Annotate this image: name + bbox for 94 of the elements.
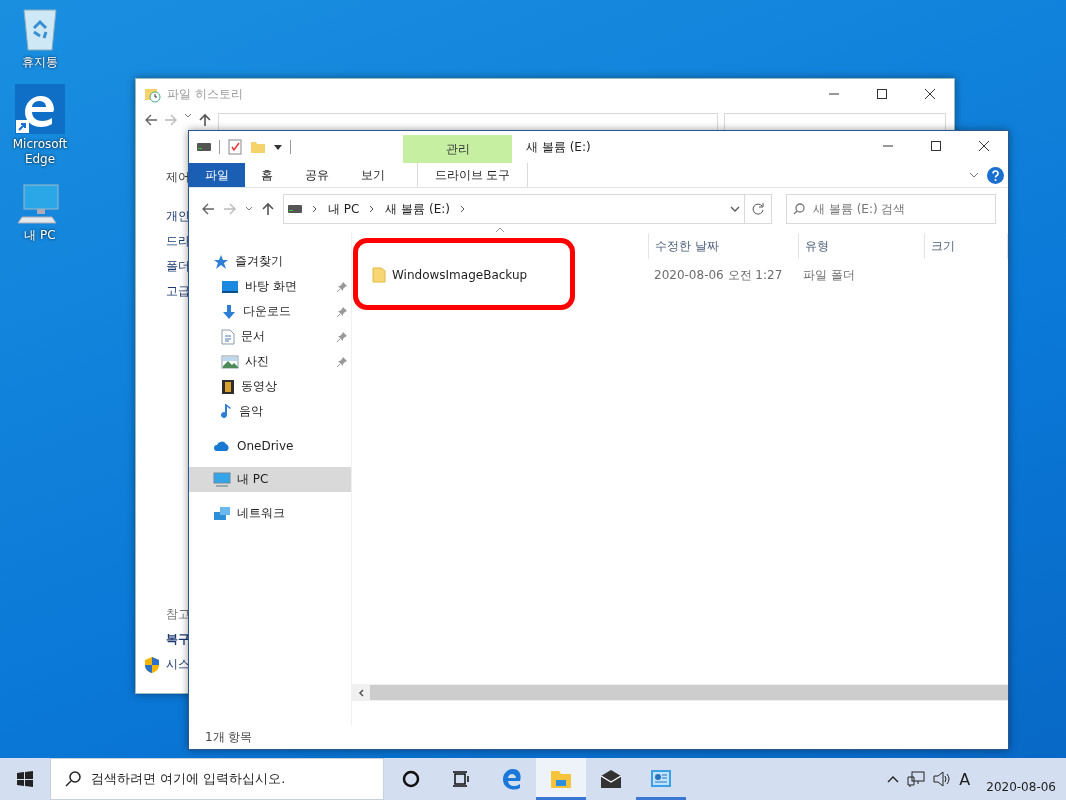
refresh-button[interactable] bbox=[745, 194, 772, 224]
monitor-icon[interactable] bbox=[18, 181, 62, 225]
cloud-icon bbox=[213, 439, 231, 452]
back-arrow-icon[interactable] bbox=[201, 202, 215, 216]
close-icon[interactable] bbox=[979, 141, 989, 151]
film-icon bbox=[221, 378, 235, 395]
music-note-icon bbox=[221, 402, 233, 421]
search-icon bbox=[793, 203, 805, 215]
expand-chevron-icon[interactable] bbox=[969, 172, 979, 178]
input-method-indicator[interactable]: A bbox=[959, 769, 971, 789]
network-icon[interactable] bbox=[907, 771, 926, 787]
download-arrow-icon bbox=[221, 303, 237, 320]
table-cell-text: 2020-08-06 오전 1:27 bbox=[653, 266, 784, 284]
circle-icon bbox=[400, 768, 422, 790]
shield-icon bbox=[144, 655, 160, 674]
nav-item[interactable]: 즐겨찾기 bbox=[189, 249, 351, 274]
document-icon bbox=[221, 328, 235, 345]
nav-item[interactable]: 음악 bbox=[189, 399, 351, 424]
side-link[interactable]: 개인 bbox=[166, 208, 190, 225]
chevron-right-icon bbox=[460, 205, 467, 213]
search-field[interactable]: 새 볼륨 (E:) 검색 bbox=[786, 194, 996, 224]
maximize-icon[interactable] bbox=[931, 141, 941, 151]
edge-icon[interactable] bbox=[15, 84, 65, 134]
search-placeholder: 검색하려면 여기에 입력하십시오. bbox=[91, 770, 286, 788]
close-icon[interactable] bbox=[925, 89, 935, 99]
column-header[interactable]: 수정한 날짜 bbox=[649, 233, 799, 259]
sort-caret-icon bbox=[495, 227, 505, 233]
folder-icon bbox=[372, 267, 386, 283]
nav-item[interactable]: 다운로드 bbox=[189, 299, 351, 324]
search-placeholder: 새 볼륨 (E:) 검색 bbox=[813, 200, 906, 218]
help-icon[interactable] bbox=[987, 166, 1004, 184]
monitor-icon bbox=[213, 471, 231, 488]
section-heading: 참고 bbox=[166, 606, 190, 623]
recycle-bin-icon[interactable] bbox=[20, 6, 60, 52]
network-icon bbox=[213, 505, 231, 522]
nav-item[interactable]: 바탕 화면 bbox=[189, 274, 351, 299]
desktop-icon-label[interactable]: 내 PC bbox=[5, 228, 75, 243]
nav-item[interactable]: 동영상 bbox=[189, 374, 351, 399]
desktop-icon-label[interactable]: Microsoft Edge bbox=[5, 137, 75, 167]
volume-icon[interactable] bbox=[933, 771, 952, 787]
ribbon-tab[interactable]: 공유 bbox=[289, 163, 345, 187]
back-arrow-icon[interactable] bbox=[144, 113, 158, 127]
breadcrumb-item[interactable]: 새 볼륨 (E:) bbox=[385, 200, 451, 218]
picture-icon bbox=[221, 354, 239, 369]
status-text: 1개 항목 bbox=[204, 728, 254, 746]
side-link[interactable]: 폴더 bbox=[166, 258, 190, 275]
horizontal-scrollbar[interactable] bbox=[352, 684, 1008, 701]
side-link[interactable]: 고급 bbox=[166, 283, 190, 300]
ribbon-tab[interactable]: 보기 bbox=[345, 163, 401, 187]
window-title: 새 볼륨 (E:) bbox=[526, 138, 591, 156]
nav-item[interactable]: 네트워크 bbox=[189, 501, 351, 526]
chevron-right-icon bbox=[369, 205, 376, 213]
ribbon-tab[interactable]: 홈 bbox=[245, 163, 289, 187]
desktop-icon-label[interactable]: 휴지통 bbox=[5, 55, 75, 70]
maximize-icon[interactable] bbox=[877, 89, 887, 99]
chevron-right-icon bbox=[312, 205, 318, 213]
refresh-icon bbox=[751, 202, 765, 216]
edge-icon bbox=[500, 768, 522, 790]
folder-icon bbox=[550, 768, 572, 790]
up-arrow-icon[interactable] bbox=[261, 202, 275, 216]
search-field[interactable]: 검색하려면 여기에 입력하십시오. bbox=[50, 758, 384, 800]
column-header[interactable]: 크기 bbox=[925, 233, 1008, 259]
drive-icon[interactable] bbox=[197, 143, 211, 151]
file-row-name[interactable]: WindowsImageBackup bbox=[352, 267, 648, 283]
chevron-up-icon[interactable] bbox=[887, 775, 900, 783]
address-bar[interactable]: 내 PC 새 볼륨 (E:) bbox=[283, 194, 745, 224]
context-tab[interactable]: 관리 bbox=[403, 135, 512, 163]
nav-item[interactable]: OneDrive bbox=[189, 433, 351, 458]
drive-icon bbox=[288, 205, 302, 213]
clock-date[interactable]: 2020-08-06 bbox=[986, 764, 1056, 794]
nav-item[interactable]: 사진 bbox=[189, 349, 351, 374]
breadcrumb-item[interactable]: 내 PC bbox=[328, 200, 360, 218]
nav-item[interactable]: 내 PC bbox=[189, 467, 351, 492]
side-link[interactable]: 시스 bbox=[166, 656, 190, 673]
column-header[interactable]: 유형 bbox=[799, 233, 925, 259]
nav-item[interactable]: 문서 bbox=[189, 324, 351, 349]
side-link[interactable]: 드라 bbox=[166, 233, 190, 250]
control-panel-icon bbox=[650, 768, 672, 790]
table-cell-text: 파일 폴더 bbox=[802, 266, 856, 284]
envelope-icon bbox=[600, 768, 622, 790]
dropdown-icon[interactable] bbox=[274, 144, 282, 150]
search-icon bbox=[65, 771, 81, 787]
window-title: 파일 히스토리 bbox=[167, 85, 243, 103]
properties-icon[interactable] bbox=[228, 139, 242, 155]
task-view-icon bbox=[450, 768, 472, 790]
dropdown-icon[interactable] bbox=[730, 206, 740, 212]
up-arrow-icon[interactable] bbox=[198, 113, 212, 127]
windows-logo-icon bbox=[17, 771, 33, 787]
desktop-icon bbox=[221, 279, 239, 294]
side-link[interactable]: 복구 bbox=[166, 631, 190, 648]
scroll-left-icon bbox=[358, 688, 364, 697]
file-menu-tab[interactable]: 파일 bbox=[189, 163, 245, 187]
star-icon bbox=[213, 253, 229, 270]
side-link[interactable]: 제어 bbox=[166, 169, 190, 186]
